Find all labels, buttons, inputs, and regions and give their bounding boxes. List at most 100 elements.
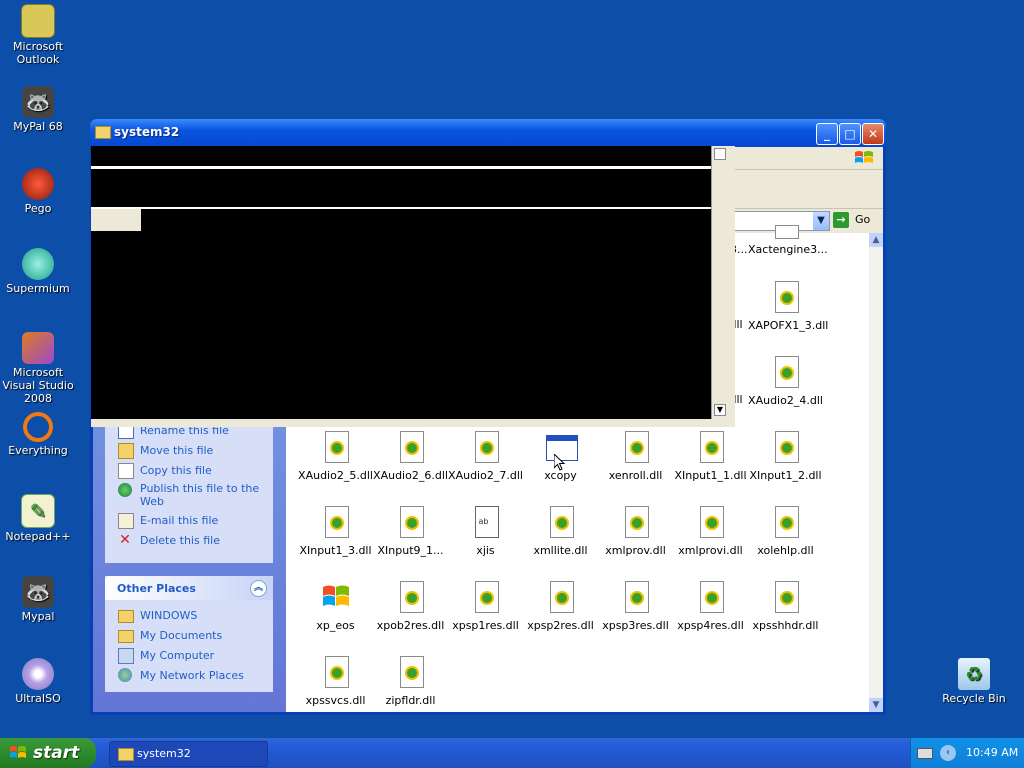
file-item[interactable]: xpsshhdr.dll [748,581,823,632]
other-place-windows[interactable]: WINDOWS [105,606,273,626]
network-icon [118,668,132,682]
window-titlebar[interactable]: system32 _ □ ✕ [90,119,886,147]
scroll-down-icon[interactable]: ▼ [869,698,883,712]
file-item[interactable]: XAudio2_6.dll [373,431,448,482]
file-item[interactable]: xenroll.dll [598,431,673,482]
file-item[interactable]: XInput1_1.dll [673,431,748,482]
gear-icon [329,441,344,455]
gear-icon [779,366,794,380]
desktop-icon-everything[interactable]: Everything [0,412,76,457]
file-item[interactable]: XInput1_3.dll [298,506,373,557]
file-item[interactable]: xpsp2res.dll [523,581,598,632]
desktop-icon-mypal[interactable]: 🦝 Mypal [0,576,76,623]
clock[interactable]: 10:49 AM [966,746,1018,759]
file-item[interactable]: XInput1_2.dll [748,431,823,482]
mouse-cursor-icon [554,454,566,471]
other-place-my-network-places[interactable]: My Network Places [105,666,273,686]
system-tray: ‹ 10:49 AM [910,738,1024,768]
desktop-icon-notepad-plus-plus[interactable]: ✎ Notepad++ [0,494,76,543]
desktop-icon-ultraiso[interactable]: UltraISO [0,658,76,705]
taskbar-item-system32[interactable]: system32 [109,741,268,767]
start-button[interactable]: start [0,738,96,768]
gear-icon [704,441,719,455]
publish-file-link[interactable]: Publish this file to the Web [105,481,273,511]
gear-icon [554,591,569,605]
other-place-my-computer[interactable]: My Computer [105,646,273,666]
disc-icon [22,658,54,690]
window-title: system32 [114,125,180,139]
file-item[interactable]: xpssvcs.dll [298,656,373,707]
move-file-link[interactable]: Move this file [105,441,273,461]
email-file-link[interactable]: E-mail this file [105,511,273,531]
other-place-my-documents[interactable]: My Documents [105,626,273,646]
gear-icon [329,516,344,530]
collapse-icon[interactable]: ︽ [250,580,267,597]
file-item[interactable]: Xactengine3... [748,225,828,256]
file-view-scrollbar[interactable]: ▲ ▼ [869,233,883,712]
file-item[interactable]: xmlprovi.dll [673,506,748,557]
copy-file-link[interactable]: Copy this file [105,461,273,481]
gear-icon [779,591,794,605]
other-places-box: Other Places ︽ WINDOWS My Documents My C… [105,576,273,692]
file-item[interactable]: XAudio2_7.dll [448,431,523,482]
gear-icon [329,666,344,680]
console-selection-block [91,209,141,231]
scroll-down-icon[interactable]: ▼ [714,404,726,416]
desktop-icon-visual-studio[interactable]: Microsoft Visual Studio 2008 [0,332,76,405]
gear-icon [704,516,719,530]
gear-icon [404,591,419,605]
console-border-bottom [91,419,735,427]
gear-icon [404,666,419,680]
copy-icon [118,463,134,479]
computer-icon [118,648,134,664]
console-window[interactable]: ▼ [91,146,735,427]
file-item[interactable]: xpsp1res.dll [448,581,523,632]
console-scrollbar[interactable]: ▼ [711,146,728,419]
recycle-bin-icon: ♻ [958,658,990,690]
file-item[interactable]: XAudio2_5.dll [298,431,373,482]
gear-icon [779,516,794,530]
gear-icon [404,441,419,455]
file-item[interactable]: xp_eos [298,581,373,632]
gear-icon [479,591,494,605]
move-icon [118,443,134,459]
file-item[interactable]: xjis [448,506,523,557]
minimize-button[interactable]: _ [816,123,838,145]
visual-studio-icon [22,332,54,364]
other-places-header[interactable]: Other Places ︽ [105,576,273,600]
delete-file-link[interactable]: ✕ Delete this file [105,531,273,551]
desktop-icon-outlook[interactable]: Microsoft Outlook [0,4,76,66]
taskbar: start system32 ‹ 10:49 AM [0,738,1024,768]
scroll-up-icon[interactable]: ▲ [869,233,883,247]
chevron-left-icon[interactable]: ‹ [940,745,956,761]
go-button[interactable]: → Go [833,211,877,231]
go-arrow-icon: → [833,212,849,228]
file-item[interactable]: xpob2res.dll [373,581,448,632]
notepad-plus-plus-icon: ✎ [21,494,55,528]
close-button[interactable]: ✕ [862,123,884,145]
gear-icon [629,516,644,530]
desktop-icon-recycle-bin[interactable]: ♻ Recycle Bin [936,658,1012,705]
folder-icon [118,748,134,761]
desktop-icon-supermium[interactable]: Supermium [0,248,76,295]
file-item[interactable]: xpsp3res.dll [598,581,673,632]
outlook-icon [21,4,55,38]
raccoon-icon: 🦝 [22,576,54,608]
folder-icon [118,630,134,643]
desktop-icon-pego[interactable]: Pego [0,168,76,215]
file-item[interactable]: XAudio2_4.dll [748,356,823,407]
keyboard-icon[interactable] [917,748,933,759]
file-item[interactable]: zipfldr.dll [373,656,448,707]
file-item[interactable]: XInput9_1... [373,506,448,557]
file-item[interactable]: xpsp4res.dll [673,581,748,632]
scroll-up-icon[interactable] [714,148,726,160]
file-tasks-box: Rename this file Move this file Copy thi… [105,413,273,563]
file-item[interactable]: XAPOFX1_3.dll [748,281,828,332]
file-item[interactable]: xmllite.dll [523,506,598,557]
file-item[interactable]: xolehlp.dll [748,506,823,557]
desktop-icon-mypal68[interactable]: 🦝 MyPal 68 [0,86,76,133]
file-item[interactable]: xmlprov.dll [598,506,673,557]
maximize-button[interactable]: □ [839,123,861,145]
everything-icon [23,412,53,442]
dll-file-icon [774,225,799,239]
